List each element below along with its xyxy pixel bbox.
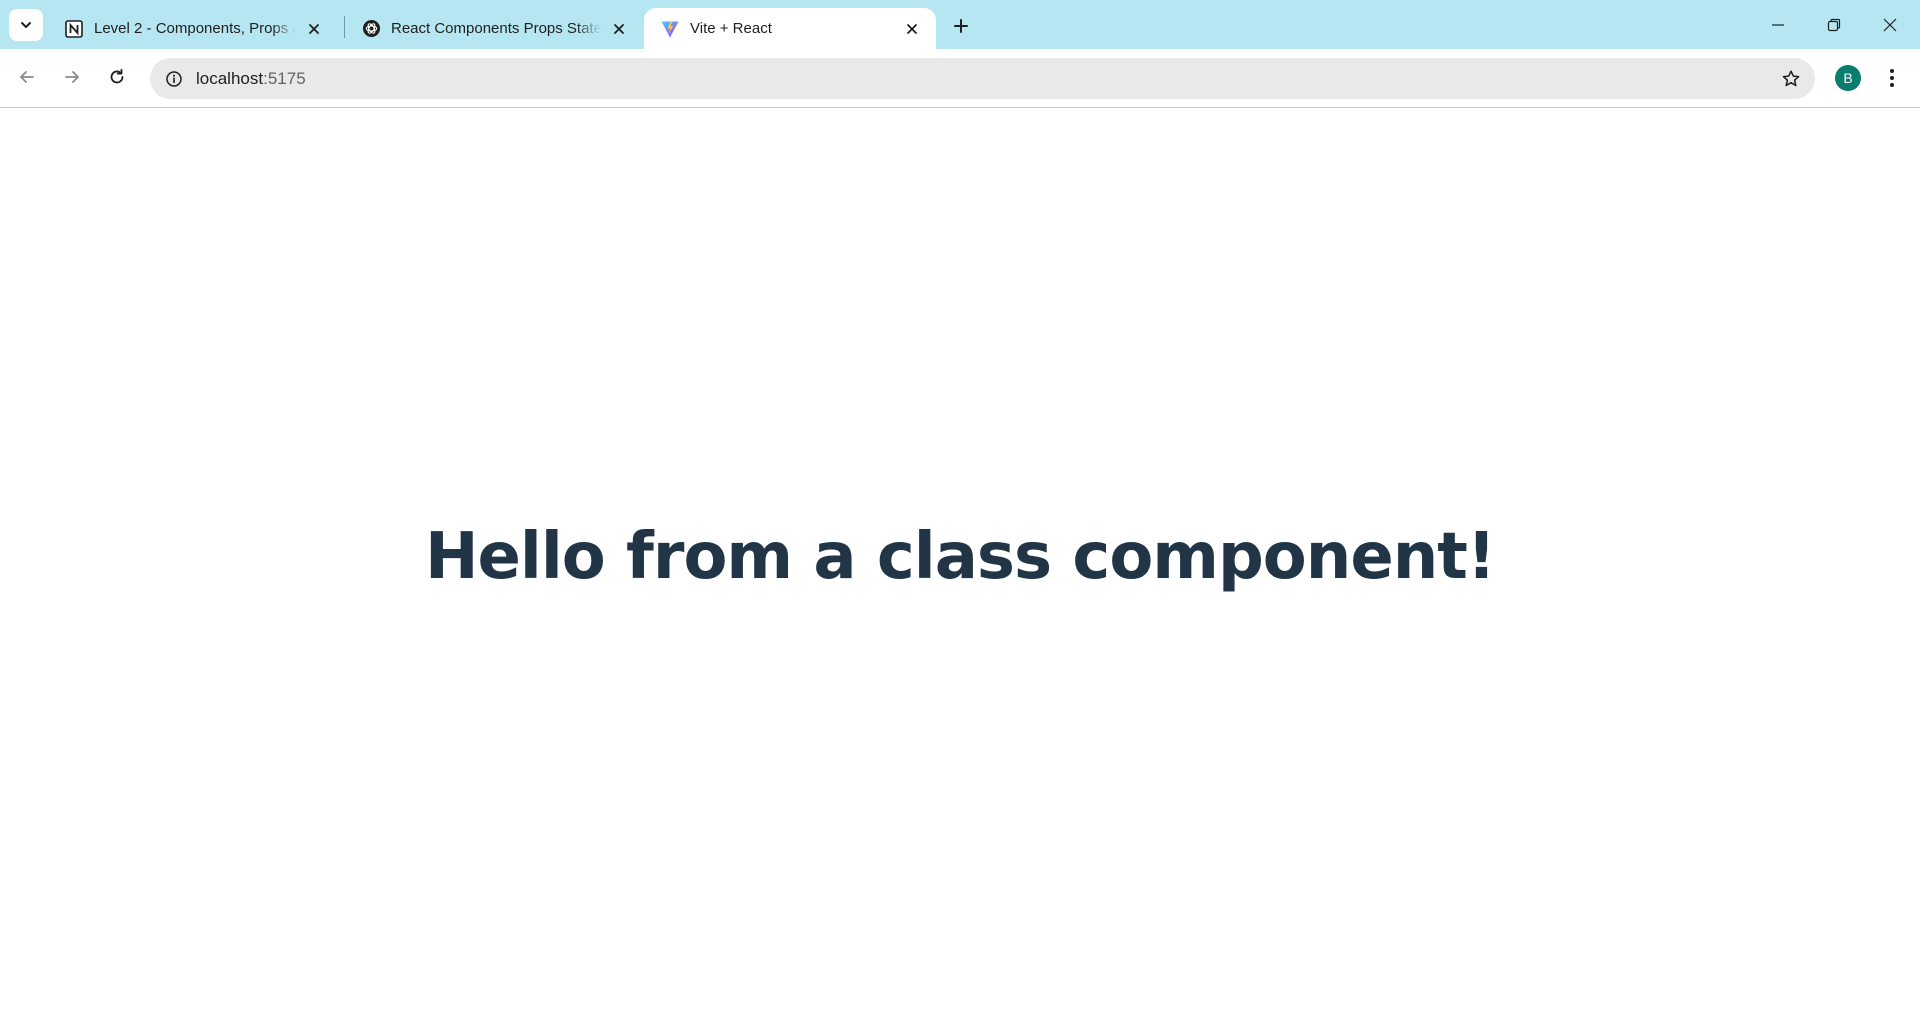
tab-title: Vite + React: [690, 20, 772, 37]
vite-icon: [660, 19, 680, 39]
minimize-icon: [1772, 23, 1784, 26]
notion-icon: [64, 19, 84, 39]
url-text[interactable]: localhost:5175: [196, 69, 306, 89]
chevron-down-icon: [21, 22, 31, 28]
close-tab-icon[interactable]: [302, 17, 326, 41]
arrow-right-icon: [65, 71, 79, 83]
reload-icon: [110, 68, 124, 84]
back-button[interactable]: [9, 59, 45, 95]
bookmark-button[interactable]: [1775, 63, 1807, 95]
minimize-button[interactable]: [1750, 0, 1806, 49]
tab-title: React Components Props State: [391, 20, 601, 37]
page-heading: Hello from a class component!: [424, 520, 1496, 594]
page-content: Hello from a class component!: [0, 109, 1920, 1020]
tab-level-2-components[interactable]: Level 2 - Components, Props & State: [48, 8, 338, 49]
new-tab-button[interactable]: [945, 10, 977, 42]
browser-toolbar: localhost:5175 B: [0, 49, 1920, 108]
more-vertical-icon: [1890, 69, 1894, 87]
site-info-button[interactable]: [158, 63, 190, 95]
browser-menu-button[interactable]: [1876, 62, 1908, 94]
restore-icon: [1827, 18, 1841, 31]
url-port: :5175: [263, 69, 306, 88]
tab-title: Level 2 - Components, Props & State: [94, 20, 296, 37]
info-icon: [166, 71, 182, 87]
tab-strip: Level 2 - Components, Props & State Reac…: [0, 0, 1920, 49]
url-host: localhost: [196, 69, 264, 88]
star-icon: [1782, 70, 1800, 87]
profile-avatar[interactable]: B: [1835, 65, 1861, 91]
tab-search-button[interactable]: [9, 9, 43, 41]
plus-icon: [954, 19, 968, 33]
forward-button[interactable]: [54, 59, 90, 95]
tab-react-components[interactable]: React Components Props State: [345, 8, 643, 49]
close-icon: [1883, 18, 1897, 31]
tab-vite-react[interactable]: Vite + React: [644, 8, 936, 49]
close-window-button[interactable]: [1862, 0, 1918, 49]
reload-button[interactable]: [99, 59, 135, 95]
close-tab-icon[interactable]: [607, 17, 631, 41]
close-tab-icon[interactable]: [900, 17, 924, 41]
arrow-left-icon: [20, 71, 34, 83]
address-bar[interactable]: localhost:5175: [150, 58, 1815, 99]
restore-button[interactable]: [1806, 0, 1862, 49]
openai-icon: [361, 19, 381, 39]
